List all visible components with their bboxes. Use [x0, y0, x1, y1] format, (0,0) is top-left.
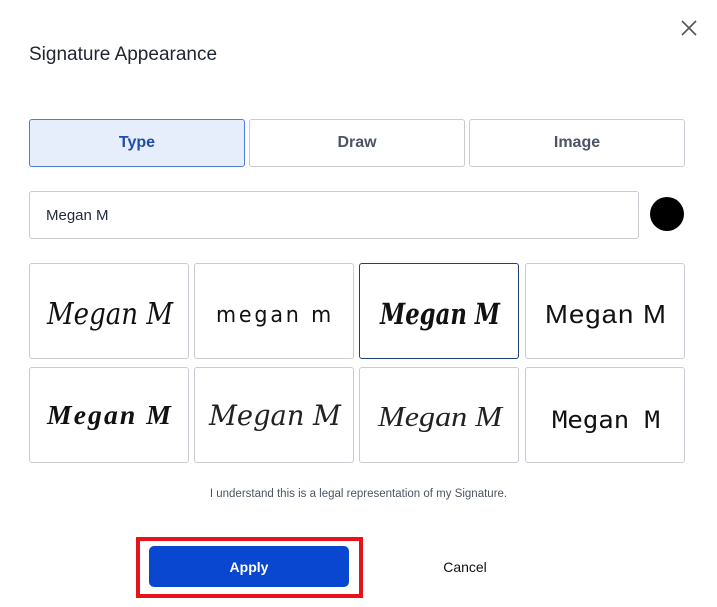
close-icon	[681, 20, 697, 36]
signature-preview-7: Megan M	[377, 401, 504, 433]
tab-draw[interactable]: Draw	[249, 119, 465, 167]
signature-preview-4: Megan M	[545, 299, 667, 329]
close-button[interactable]	[677, 16, 701, 40]
signature-option-7[interactable]: Megan M	[359, 367, 519, 463]
signature-preview-2: megan m	[216, 303, 334, 328]
svg-text:Megan M: Megan M	[46, 400, 173, 430]
signature-style-grid: Megan M megan m Megan M Megan M Megan M	[29, 263, 685, 463]
signature-preview-8: Megan M	[552, 406, 660, 434]
dialog-title: Signature Appearance	[29, 44, 218, 65]
svg-text:Megan M: Megan M	[377, 401, 504, 433]
apply-button[interactable]: Apply	[149, 546, 349, 587]
signature-mode-tabs: Type Draw Image	[29, 119, 685, 167]
svg-text:Megan M: Megan M	[545, 299, 667, 329]
svg-text:Megan M: Megan M	[379, 297, 500, 331]
tab-type[interactable]: Type	[29, 119, 245, 167]
signature-option-2[interactable]: megan m	[194, 263, 354, 359]
ink-color-swatch[interactable]	[650, 197, 684, 231]
signature-option-1[interactable]: Megan M	[29, 263, 189, 359]
signature-option-3[interactable]: Megan M	[359, 263, 519, 359]
signature-name-input[interactable]	[29, 191, 639, 239]
signature-option-4[interactable]: Megan M	[525, 263, 685, 359]
signature-preview-6: Megan M	[208, 399, 342, 432]
signature-appearance-dialog: Signature Appearance Type Draw Image Meg…	[0, 0, 717, 607]
signature-option-6[interactable]: Megan M	[194, 367, 354, 463]
signature-preview-3: Megan M	[379, 297, 500, 331]
signature-preview-1: Megan M	[46, 297, 174, 332]
svg-text:megan m: megan m	[216, 303, 334, 328]
svg-text:Megan M: Megan M	[208, 399, 342, 432]
legal-disclaimer: I understand this is a legal representat…	[209, 488, 508, 500]
signature-preview-5: Megan M	[46, 400, 173, 430]
svg-text:Megan M: Megan M	[46, 297, 174, 332]
svg-text:Megan M: Megan M	[552, 406, 660, 434]
signature-option-8[interactable]: Megan M	[525, 367, 685, 463]
tab-image[interactable]: Image	[469, 119, 685, 167]
cancel-button[interactable]: Cancel	[405, 546, 525, 587]
signature-option-5[interactable]: Megan M	[29, 367, 189, 463]
